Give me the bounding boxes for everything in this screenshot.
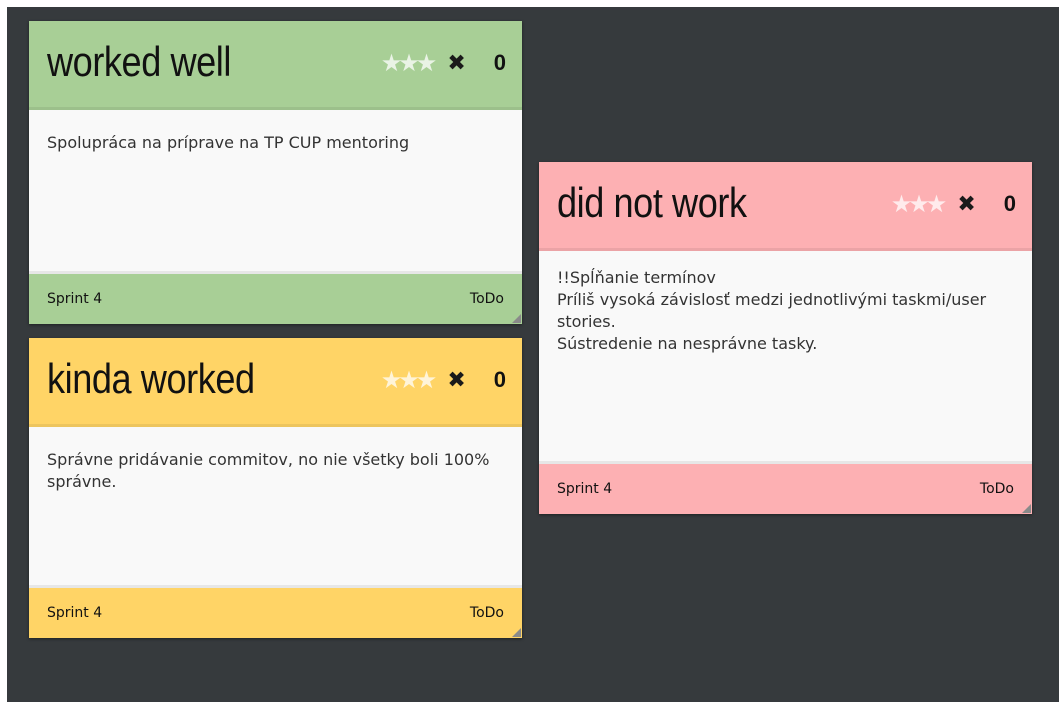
card-header: did not work ★ ★ ★ ✖ 0 <box>539 162 1032 251</box>
card-body[interactable]: !!Spĺňanie termínov Príliš vysoká závisl… <box>539 251 1032 464</box>
card-did-not-work[interactable]: did not work ★ ★ ★ ✖ 0 !!Spĺňanie termín… <box>539 162 1032 514</box>
card-kinda-worked[interactable]: kinda worked ★ ★ ★ ✖ 0 Správne pridávani… <box>29 338 522 638</box>
card-title[interactable]: kinda worked <box>47 353 255 405</box>
close-icon[interactable]: ✖ <box>957 192 975 217</box>
card-body[interactable]: Spolupráca na príprave na TP CUP mentori… <box>29 110 522 274</box>
card-controls: ★ ★ ★ ✖ 0 <box>891 190 1016 218</box>
sprint-label: Sprint 4 <box>47 291 103 307</box>
card-body[interactable]: Správne pridávanie commitov, no nie všet… <box>29 427 522 588</box>
resize-handle-icon[interactable] <box>512 628 521 637</box>
card-footer: Sprint 4 ToDo <box>29 274 522 324</box>
retro-board: worked well ★ ★ ★ ✖ 0 Spolupráca na príp… <box>7 7 1059 702</box>
card-footer: Sprint 4 ToDo <box>29 588 522 638</box>
star-rating[interactable]: ★ ★ ★ <box>381 51 438 75</box>
star-icon[interactable]: ★ <box>416 368 438 392</box>
status-label[interactable]: ToDo <box>470 605 504 621</box>
close-icon[interactable]: ✖ <box>447 368 465 393</box>
vote-count: 0 <box>493 50 506 75</box>
star-rating[interactable]: ★ ★ ★ <box>381 368 438 392</box>
card-worked-well[interactable]: worked well ★ ★ ★ ✖ 0 Spolupráca na príp… <box>29 21 522 324</box>
card-header: kinda worked ★ ★ ★ ✖ 0 <box>29 338 522 427</box>
card-title[interactable]: worked well <box>47 36 231 88</box>
close-icon[interactable]: ✖ <box>447 51 465 76</box>
star-icon[interactable]: ★ <box>416 51 438 75</box>
star-rating[interactable]: ★ ★ ★ <box>891 192 948 216</box>
vote-count: 0 <box>1003 191 1016 216</box>
star-icon[interactable]: ★ <box>926 192 948 216</box>
sprint-label: Sprint 4 <box>557 481 613 497</box>
status-label[interactable]: ToDo <box>980 481 1014 497</box>
card-title[interactable]: did not work <box>557 177 747 229</box>
status-label[interactable]: ToDo <box>470 291 504 307</box>
resize-handle-icon[interactable] <box>512 314 521 323</box>
card-footer: Sprint 4 ToDo <box>539 464 1032 514</box>
vote-count: 0 <box>493 367 506 392</box>
resize-handle-icon[interactable] <box>1022 504 1031 513</box>
card-controls: ★ ★ ★ ✖ 0 <box>381 366 506 394</box>
sprint-label: Sprint 4 <box>47 605 103 621</box>
card-header: worked well ★ ★ ★ ✖ 0 <box>29 21 522 110</box>
card-controls: ★ ★ ★ ✖ 0 <box>381 49 506 77</box>
